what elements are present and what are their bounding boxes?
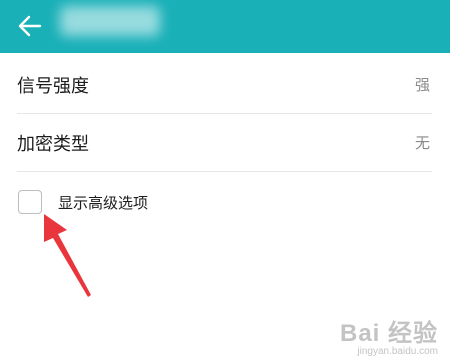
security-type-value: 无: [414, 134, 430, 152]
security-type-label: 加密类型: [17, 134, 89, 155]
watermark-brand: Bai 经验: [339, 320, 438, 347]
show-advanced-options-checkbox[interactable]: [18, 190, 42, 214]
signal-strength-row: 信号强度 强: [17, 58, 432, 114]
security-type-row: 加密类型 无: [17, 116, 432, 172]
signal-strength-label: 信号强度: [17, 76, 89, 97]
arrow-left-icon[interactable]: [14, 10, 46, 42]
baidu-jingyan-watermark: Bai 经验 jingyan.baidu.com: [340, 313, 438, 357]
page-title-redacted: [60, 6, 160, 36]
show-advanced-options-label[interactable]: 显示高级选项: [58, 192, 148, 213]
red-arrow-annotation: [44, 214, 91, 297]
app-header: [0, 0, 450, 53]
signal-strength-value: 强: [414, 76, 430, 94]
